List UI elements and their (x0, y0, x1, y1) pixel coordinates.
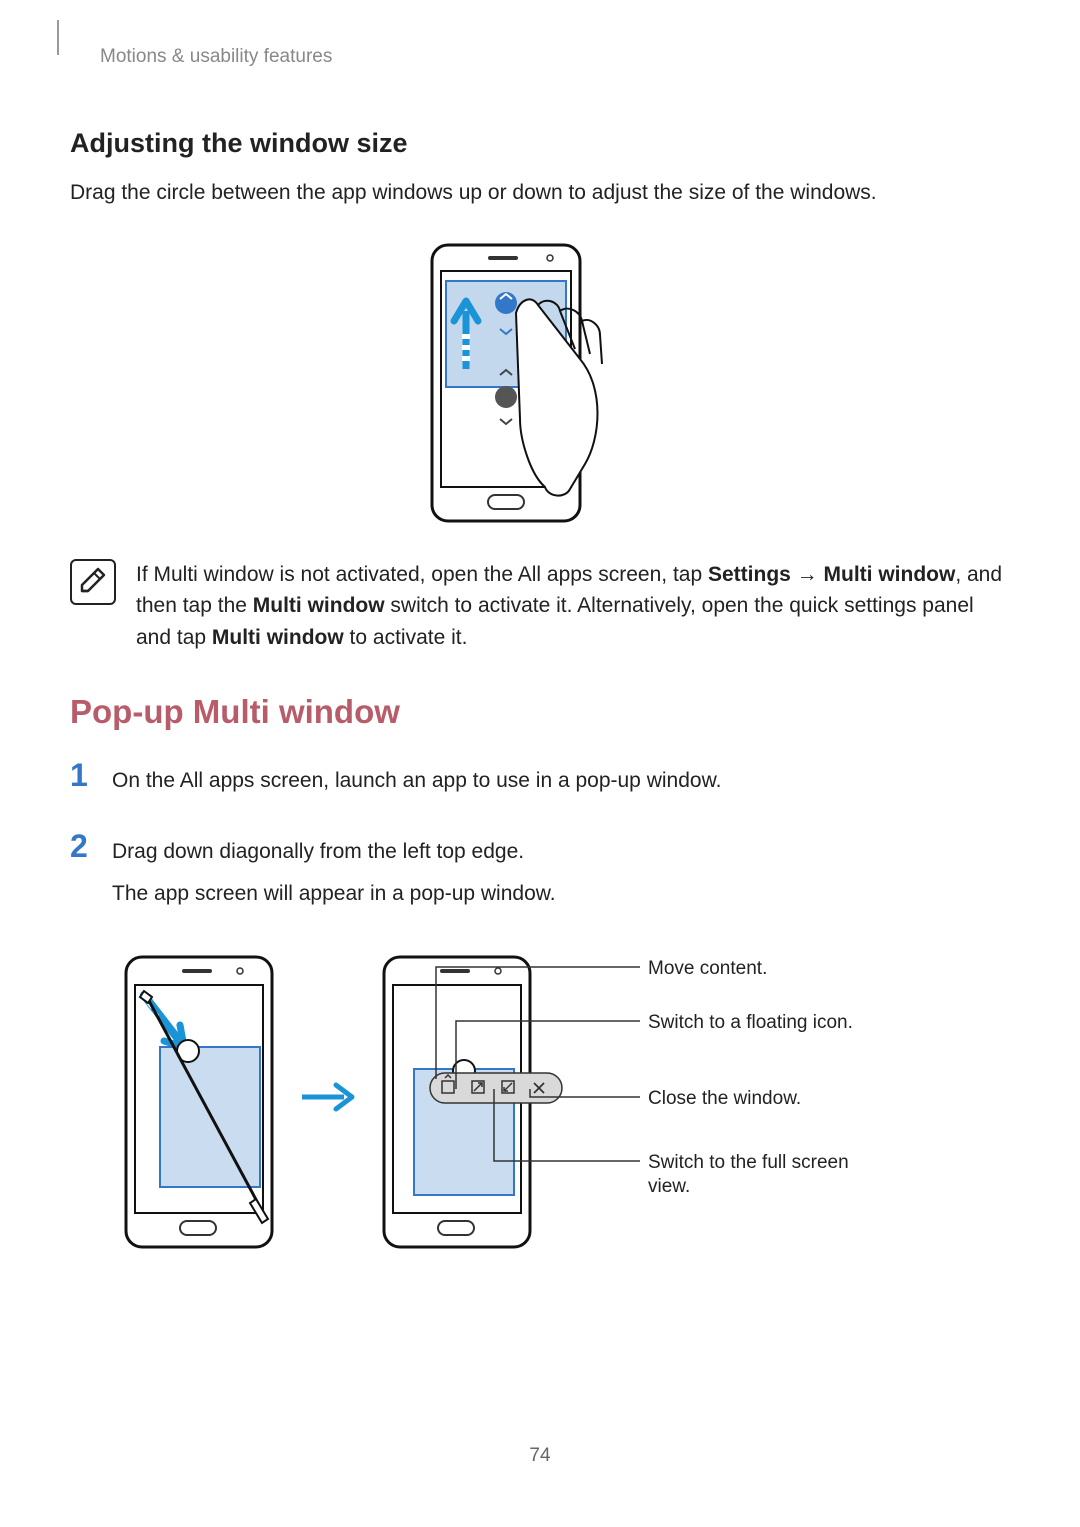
subsection-body: Drag the circle between the app windows … (70, 177, 1010, 209)
note-text: If Multi window is not activated, open t… (136, 559, 1010, 654)
header-accent-bar (57, 20, 59, 55)
arrow-right-icon (298, 1077, 358, 1126)
note-p1a: If Multi window is not activated, open t… (136, 563, 708, 586)
step-2-text1: Drag down diagonally from the left top e… (112, 836, 556, 869)
note-settings-label: Settings (708, 563, 791, 586)
callout-close: Close the window. (648, 1087, 801, 1112)
note-p1d: to activate it. (344, 626, 468, 649)
callout-fullscreen: Switch to the full screen view. (648, 1151, 878, 1200)
note-multiwindow2: Multi window (253, 594, 385, 617)
callouts-group: Move content. Switch to a floating icon.… (556, 951, 936, 1253)
step-2: 2 Drag down diagonally from the left top… (70, 830, 1010, 921)
note-block: If Multi window is not activated, open t… (70, 559, 1010, 654)
callout-move: Move content. (648, 957, 767, 982)
step-1-content: On the All apps screen, launch an app to… (112, 759, 721, 808)
figure-adjust-window (70, 239, 1010, 529)
content-area: Adjusting the window size Drag the circl… (70, 128, 1010, 1253)
step-2-content: Drag down diagonally from the left top e… (112, 830, 556, 921)
callout-floating: Switch to a floating icon. (648, 1011, 853, 1036)
step-1-text: On the All apps screen, launch an app to… (112, 765, 721, 798)
phone-before (120, 951, 278, 1253)
breadcrumb: Motions & usability features (100, 46, 1010, 68)
figure-popup-multiwindow: Move content. Switch to a floating icon.… (120, 951, 1010, 1253)
step-2-text2: The app screen will appear in a pop-up w… (112, 878, 556, 911)
subsection-heading: Adjusting the window size (70, 128, 1010, 159)
note-icon (70, 559, 116, 605)
phone-drag-illustration (420, 239, 660, 529)
section-heading: Pop-up Multi window (70, 693, 1010, 731)
step-1: 1 On the All apps screen, launch an app … (70, 759, 1010, 808)
step-2-number: 2 (70, 830, 94, 862)
note-arrow: → (791, 563, 824, 586)
note-multiwindow3: Multi window (212, 626, 344, 649)
step-1-number: 1 (70, 759, 94, 791)
note-multiwindow1: Multi window (824, 563, 956, 586)
page-number: 74 (0, 1445, 1080, 1467)
page-container: Motions & usability features Adjusting t… (0, 0, 1080, 1527)
